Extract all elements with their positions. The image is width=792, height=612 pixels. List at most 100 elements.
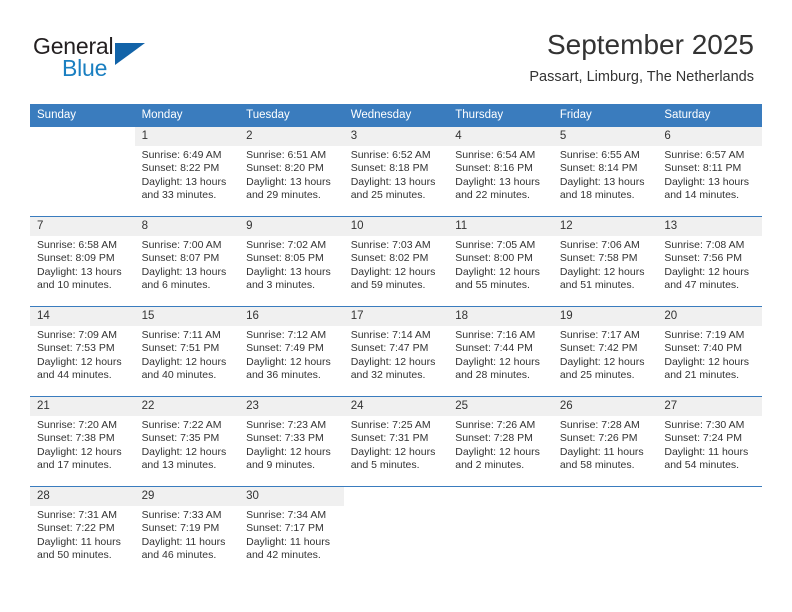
day-number: 13 <box>657 217 762 236</box>
calendar-cell-empty <box>30 126 135 217</box>
day-detail-daylight2: and 36 minutes. <box>246 368 321 381</box>
day-detail-daylight2: and 47 minutes. <box>664 278 740 291</box>
day-number: 20 <box>657 307 762 326</box>
day-detail-daylight1: Daylight: 12 hours <box>559 355 645 368</box>
calendar-day-cell[interactable]: 24 Sunrise: 7:25 AM Sunset: 7:31 PM Dayligh… <box>343 396 449 487</box>
calendar-day-cell[interactable]: 7 Sunrise: 6:58 AM Sunset: 8:09 PM Daylight… <box>30 216 135 307</box>
day-detail-sunset: Sunset: 7:26 PM <box>559 432 638 445</box>
day-detail-daylight2: and 17 minutes. <box>37 458 112 471</box>
day-number: 29 <box>134 487 240 506</box>
day-detail-sunrise: Sunrise: 7:16 AM <box>455 329 536 341</box>
day-detail-daylight2: and 32 minutes. <box>350 368 426 381</box>
day-detail-sunrise: Sunrise: 7:06 AM <box>559 239 640 251</box>
calendar-day-cell[interactable]: 9 Sunrise: 7:02 AM Sunset: 8:05 PM Daylight… <box>239 216 344 307</box>
calendar-day-cell[interactable]: 5 Sunrise: 6:55 AM Sunset: 8:14 PM Daylight… <box>552 126 658 217</box>
day-details: Sunrise: 7:34 AM Sunset: 7:17 PM Daylight:… <box>239 506 344 562</box>
day-details: Sunrise: 6:57 AM Sunset: 8:11 PM Daylight:… <box>657 146 762 202</box>
calendar-day-cell[interactable]: 13 Sunrise: 7:08 AM Sunset: 7:56 PM Dayligh… <box>657 216 762 307</box>
weekday-header-saturday: Saturday <box>657 104 762 127</box>
calendar-day-cell[interactable]: 11 Sunrise: 7:05 AM Sunset: 8:00 PM Dayligh… <box>448 216 553 307</box>
day-detail-daylight2: and 33 minutes. <box>141 188 217 201</box>
day-detail-daylight2: and 21 minutes. <box>664 368 740 381</box>
day-detail-sunset: Sunset: 7:28 PM <box>455 432 533 445</box>
day-detail-sunset: Sunset: 8:22 PM <box>141 162 220 175</box>
day-detail-sunrise: Sunrise: 6:55 AM <box>559 149 640 161</box>
calendar-cell-empty <box>448 486 553 576</box>
day-detail-daylight1: Daylight: 11 hours <box>559 445 644 458</box>
day-detail-daylight1: Daylight: 13 hours <box>141 175 227 188</box>
day-detail-sunset: Sunset: 8:00 PM <box>455 252 533 265</box>
day-number: 2 <box>239 127 344 146</box>
calendar-day-cell[interactable]: 27 Sunrise: 7:30 AM Sunset: 7:24 PM Dayligh… <box>657 396 762 487</box>
calendar-day-cell[interactable]: 26 Sunrise: 7:28 AM Sunset: 7:26 PM Dayligh… <box>552 396 658 487</box>
day-details: Sunrise: 7:30 AM Sunset: 7:24 PM Daylight:… <box>657 416 762 472</box>
calendar-week-row: 28 Sunrise: 7:31 AM Sunset: 7:22 PM Dayligh… <box>30 486 762 576</box>
calendar-day-cell[interactable]: 30 Sunrise: 7:34 AM Sunset: 7:17 PM Dayligh… <box>239 486 344 576</box>
calendar-day-cell[interactable]: 21 Sunrise: 7:20 AM Sunset: 7:38 PM Dayligh… <box>30 396 135 487</box>
day-number: 14 <box>30 307 135 326</box>
day-details: Sunrise: 6:55 AM Sunset: 8:14 PM Daylight:… <box>553 146 658 202</box>
calendar-day-cell[interactable]: 17 Sunrise: 7:14 AM Sunset: 7:47 PM Dayligh… <box>343 306 449 397</box>
day-detail-sunrise: Sunrise: 7:23 AM <box>246 419 327 431</box>
calendar-day-cell[interactable]: 18 Sunrise: 7:16 AM Sunset: 7:44 PM Dayligh… <box>448 306 553 397</box>
day-number: 25 <box>448 397 553 416</box>
day-detail-sunset: Sunset: 8:16 PM <box>455 162 533 175</box>
calendar-day-cell[interactable]: 2 Sunrise: 6:51 AM Sunset: 8:20 PM Daylight… <box>239 126 344 217</box>
day-detail-daylight2: and 51 minutes. <box>559 278 635 291</box>
calendar-day-cell[interactable]: 14 Sunrise: 7:09 AM Sunset: 7:53 PM Dayligh… <box>30 306 135 397</box>
day-detail-sunrise: Sunrise: 6:52 AM <box>350 149 431 161</box>
calendar-day-cell[interactable]: 20 Sunrise: 7:19 AM Sunset: 7:40 PM Dayligh… <box>657 306 762 397</box>
day-detail-sunset: Sunset: 8:09 PM <box>37 252 115 265</box>
day-detail-sunrise: Sunrise: 7:19 AM <box>664 329 745 341</box>
day-detail-sunset: Sunset: 7:31 PM <box>350 432 429 445</box>
calendar-day-cell[interactable]: 6 Sunrise: 6:57 AM Sunset: 8:11 PM Daylight… <box>657 126 762 217</box>
calendar-day-cell[interactable]: 29 Sunrise: 7:33 AM Sunset: 7:19 PM Dayligh… <box>134 486 240 576</box>
logo-triangle-icon <box>115 43 145 65</box>
calendar-day-cell[interactable]: 19 Sunrise: 7:17 AM Sunset: 7:42 PM Dayligh… <box>552 306 658 397</box>
day-number: 9 <box>239 217 344 236</box>
day-details: Sunrise: 7:31 AM Sunset: 7:22 PM Daylight:… <box>30 506 135 562</box>
day-detail-sunrise: Sunrise: 7:26 AM <box>455 419 536 431</box>
page-title: September 2025 <box>546 29 754 60</box>
day-detail-daylight2: and 5 minutes. <box>350 458 420 471</box>
general-blue-logo[interactable]: General Blue <box>33 33 163 83</box>
calendar-day-cell[interactable]: 15 Sunrise: 7:11 AM Sunset: 7:51 PM Dayligh… <box>134 306 240 397</box>
calendar-cell-empty <box>657 486 762 576</box>
day-number: 27 <box>657 397 762 416</box>
day-detail-daylight1: Daylight: 12 hours <box>350 445 436 458</box>
calendar-week-row: 1 Sunrise: 6:49 AM Sunset: 8:22 PM Daylight… <box>30 126 762 217</box>
calendar-day-cell[interactable]: 1 Sunrise: 6:49 AM Sunset: 8:22 PM Daylight… <box>134 126 240 217</box>
day-detail-daylight2: and 46 minutes. <box>141 548 217 561</box>
calendar-day-cell[interactable]: 10 Sunrise: 7:03 AM Sunset: 8:02 PM Dayligh… <box>343 216 449 307</box>
page-header: General Blue September 2025 Passart, Lim… <box>0 0 792 100</box>
calendar-day-cell[interactable]: 12 Sunrise: 7:06 AM Sunset: 7:58 PM Dayligh… <box>552 216 658 307</box>
day-details: Sunrise: 7:17 AM Sunset: 7:42 PM Daylight:… <box>553 326 658 382</box>
calendar-day-cell[interactable]: 28 Sunrise: 7:31 AM Sunset: 7:22 PM Dayligh… <box>30 486 135 576</box>
day-detail-daylight1: Daylight: 13 hours <box>141 265 227 278</box>
day-detail-sunset: Sunset: 7:33 PM <box>246 432 324 445</box>
day-number <box>343 487 449 506</box>
day-number <box>448 487 553 506</box>
calendar-cell-empty <box>343 486 449 576</box>
day-detail-sunrise: Sunrise: 7:05 AM <box>455 239 536 251</box>
day-detail-sunset: Sunset: 8:11 PM <box>664 162 742 175</box>
calendar-day-cell[interactable]: 16 Sunrise: 7:12 AM Sunset: 7:49 PM Dayligh… <box>239 306 344 397</box>
day-detail-sunset: Sunset: 7:51 PM <box>141 342 220 355</box>
day-detail-sunset: Sunset: 7:56 PM <box>664 252 743 265</box>
calendar-day-cell[interactable]: 8 Sunrise: 7:00 AM Sunset: 8:07 PM Daylight… <box>134 216 240 307</box>
day-number: 15 <box>134 307 240 326</box>
calendar-day-cell[interactable]: 23 Sunrise: 7:23 AM Sunset: 7:33 PM Dayligh… <box>239 396 344 487</box>
day-detail-sunset: Sunset: 7:58 PM <box>559 252 638 265</box>
day-detail-sunset: Sunset: 7:47 PM <box>350 342 429 355</box>
calendar-day-cell[interactable]: 25 Sunrise: 7:26 AM Sunset: 7:28 PM Dayligh… <box>448 396 553 487</box>
day-number: 16 <box>239 307 344 326</box>
day-detail-sunset: Sunset: 7:49 PM <box>246 342 324 355</box>
calendar-day-cell[interactable]: 4 Sunrise: 6:54 AM Sunset: 8:16 PM Daylight… <box>448 126 553 217</box>
day-detail-daylight2: and 14 minutes. <box>664 188 740 201</box>
day-detail-daylight1: Daylight: 12 hours <box>455 355 540 368</box>
day-number: 6 <box>657 127 762 146</box>
calendar-day-cell[interactable]: 3 Sunrise: 6:52 AM Sunset: 8:18 PM Daylight… <box>343 126 449 217</box>
calendar-day-cell[interactable]: 22 Sunrise: 7:22 AM Sunset: 7:35 PM Dayligh… <box>134 396 240 487</box>
day-detail-sunset: Sunset: 7:44 PM <box>455 342 533 355</box>
day-detail-daylight2: and 54 minutes. <box>664 458 740 471</box>
